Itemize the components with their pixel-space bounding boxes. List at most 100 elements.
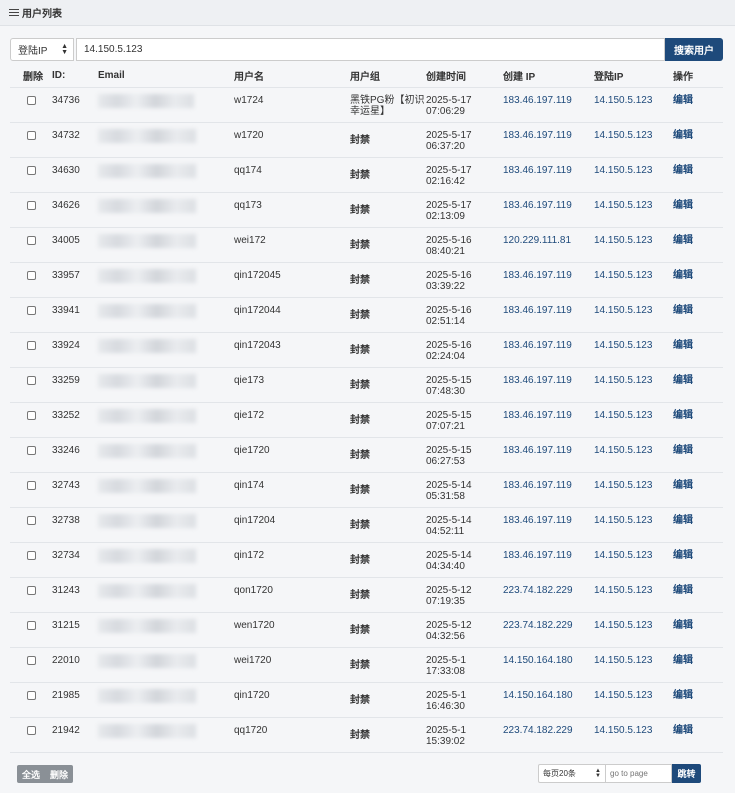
user-id: 21942 bbox=[52, 716, 98, 753]
select-caret-icon: ▲ ▼ bbox=[595, 767, 601, 779]
edit-link[interactable]: 编辑 bbox=[673, 130, 693, 141]
row-checkbox[interactable] bbox=[27, 410, 36, 420]
created-time-cell: 2025-5-14 04:52:11 bbox=[426, 506, 503, 542]
search-button[interactable]: 搜索用户 bbox=[665, 38, 723, 61]
row-checkbox[interactable] bbox=[27, 690, 36, 700]
created-clock: 03:39:22 bbox=[426, 280, 465, 292]
row-checkbox[interactable] bbox=[27, 165, 36, 175]
row-checkbox[interactable] bbox=[27, 305, 36, 315]
user-group: 封禁 bbox=[350, 694, 370, 706]
action-cell: 编辑 bbox=[673, 121, 723, 157]
delete-button[interactable]: 删除 bbox=[45, 765, 74, 783]
user-group: 封禁 bbox=[350, 554, 370, 566]
created-date: 2025-5-15 bbox=[426, 444, 472, 456]
edit-link[interactable]: 编辑 bbox=[673, 340, 693, 351]
edit-link[interactable]: 编辑 bbox=[673, 95, 693, 106]
row-select-cell bbox=[10, 366, 52, 402]
edit-link[interactable]: 编辑 bbox=[673, 515, 693, 526]
created-clock: 07:07:21 bbox=[426, 420, 465, 432]
user-group: 封禁 bbox=[350, 169, 370, 181]
edit-link[interactable]: 编辑 bbox=[673, 655, 693, 666]
create-ip: 183.46.197.119 bbox=[503, 156, 594, 192]
group-cell: 封禁 bbox=[350, 366, 426, 402]
row-checkbox[interactable] bbox=[27, 725, 36, 735]
group-cell: 黑铁PG粉【初识幸运星】 bbox=[350, 86, 426, 122]
row-checkbox[interactable] bbox=[27, 515, 36, 525]
row-select-cell bbox=[10, 506, 52, 542]
row-checkbox[interactable] bbox=[27, 340, 36, 350]
table-row: 21942 qq1720 封禁 2025-5-1 15:39:02 223.74.182.… bbox=[10, 716, 723, 753]
created-date: 2025-5-17 bbox=[426, 129, 472, 141]
edit-link[interactable]: 编辑 bbox=[673, 165, 693, 176]
edit-link[interactable]: 编辑 bbox=[673, 200, 693, 211]
user-group: 封禁 bbox=[350, 379, 370, 391]
user-id: 31215 bbox=[52, 611, 98, 647]
user-group: 封禁 bbox=[350, 204, 370, 216]
username: w1724 bbox=[234, 86, 350, 122]
search-field-select[interactable]: 登陆IP ▲ ▼ bbox=[10, 38, 74, 61]
row-checkbox[interactable] bbox=[27, 235, 36, 245]
row-checkbox[interactable] bbox=[27, 200, 36, 210]
search-input[interactable] bbox=[76, 38, 665, 61]
edit-link[interactable]: 编辑 bbox=[673, 690, 693, 701]
edit-link[interactable]: 编辑 bbox=[673, 585, 693, 596]
edit-link[interactable]: 编辑 bbox=[673, 410, 693, 421]
action-cell: 编辑 bbox=[673, 611, 723, 647]
row-checkbox[interactable] bbox=[27, 270, 36, 280]
row-checkbox[interactable] bbox=[27, 550, 36, 560]
row-checkbox[interactable] bbox=[27, 95, 36, 105]
select-all-button[interactable]: 全选 bbox=[17, 765, 46, 783]
user-id: 21985 bbox=[52, 681, 98, 717]
user-id: 34732 bbox=[52, 121, 98, 157]
jump-button[interactable]: 跳转 bbox=[672, 764, 701, 783]
created-clock: 02:24:04 bbox=[426, 350, 465, 362]
group-cell: 封禁 bbox=[350, 226, 426, 262]
edit-link[interactable]: 编辑 bbox=[673, 375, 693, 386]
created-time-cell: 2025-5-1 16:46:30 bbox=[426, 681, 503, 717]
action-cell: 编辑 bbox=[673, 576, 723, 612]
bulk-actions: 全选 删除 bbox=[17, 765, 74, 783]
username: qin172043 bbox=[234, 331, 350, 367]
created-clock: 06:27:53 bbox=[426, 455, 465, 467]
row-checkbox[interactable] bbox=[27, 375, 36, 385]
action-cell: 编辑 bbox=[673, 646, 723, 682]
create-ip: 14.150.164.180 bbox=[503, 646, 594, 682]
row-checkbox[interactable] bbox=[27, 130, 36, 140]
user-id: 32734 bbox=[52, 541, 98, 577]
row-checkbox[interactable] bbox=[27, 480, 36, 490]
created-clock: 08:40:21 bbox=[426, 245, 465, 257]
create-ip: 223.74.182.229 bbox=[503, 611, 594, 647]
redacted-email bbox=[98, 653, 196, 668]
edit-link[interactable]: 编辑 bbox=[673, 305, 693, 316]
goto-page-input[interactable] bbox=[606, 764, 672, 783]
table-row: 22010 wei1720 封禁 2025-5-1 17:33:08 14.150.164… bbox=[10, 646, 723, 682]
group-cell: 封禁 bbox=[350, 646, 426, 682]
user-group: 封禁 bbox=[350, 309, 370, 321]
created-date: 2025-5-16 bbox=[426, 234, 472, 246]
per-page-select[interactable]: 每页20条 ▲ ▼ bbox=[538, 764, 606, 783]
user-table: 删除 ID: Email 用户名 用户组 创建时间 创建 IP 登陆IP 操作 … bbox=[10, 65, 723, 753]
user-group: 封禁 bbox=[350, 414, 370, 426]
action-cell: 编辑 bbox=[673, 331, 723, 367]
row-checkbox[interactable] bbox=[27, 445, 36, 455]
edit-link[interactable]: 编辑 bbox=[673, 270, 693, 281]
edit-link[interactable]: 编辑 bbox=[673, 620, 693, 631]
table-row: 32734 qin172 封禁 2025-5-14 04:34:40 183.46.197… bbox=[10, 541, 723, 577]
list-icon bbox=[9, 8, 19, 17]
create-ip: 183.46.197.119 bbox=[503, 261, 594, 297]
row-checkbox[interactable] bbox=[27, 620, 36, 630]
created-time-cell: 2025-5-16 02:51:14 bbox=[426, 296, 503, 332]
edit-link[interactable]: 编辑 bbox=[673, 550, 693, 561]
login-ip: 14.150.5.123 bbox=[594, 331, 673, 367]
row-checkbox[interactable] bbox=[27, 655, 36, 665]
edit-link[interactable]: 编辑 bbox=[673, 235, 693, 246]
table-row: 33924 qin172043 封禁 2025-5-16 02:24:04 183.46.… bbox=[10, 331, 723, 367]
edit-link[interactable]: 编辑 bbox=[673, 445, 693, 456]
login-ip: 14.150.5.123 bbox=[594, 471, 673, 507]
edit-link[interactable]: 编辑 bbox=[673, 480, 693, 491]
row-checkbox[interactable] bbox=[27, 585, 36, 595]
group-cell: 封禁 bbox=[350, 261, 426, 297]
edit-link[interactable]: 编辑 bbox=[673, 725, 693, 736]
create-ip: 183.46.197.119 bbox=[503, 401, 594, 437]
created-clock: 15:39:02 bbox=[426, 735, 465, 747]
